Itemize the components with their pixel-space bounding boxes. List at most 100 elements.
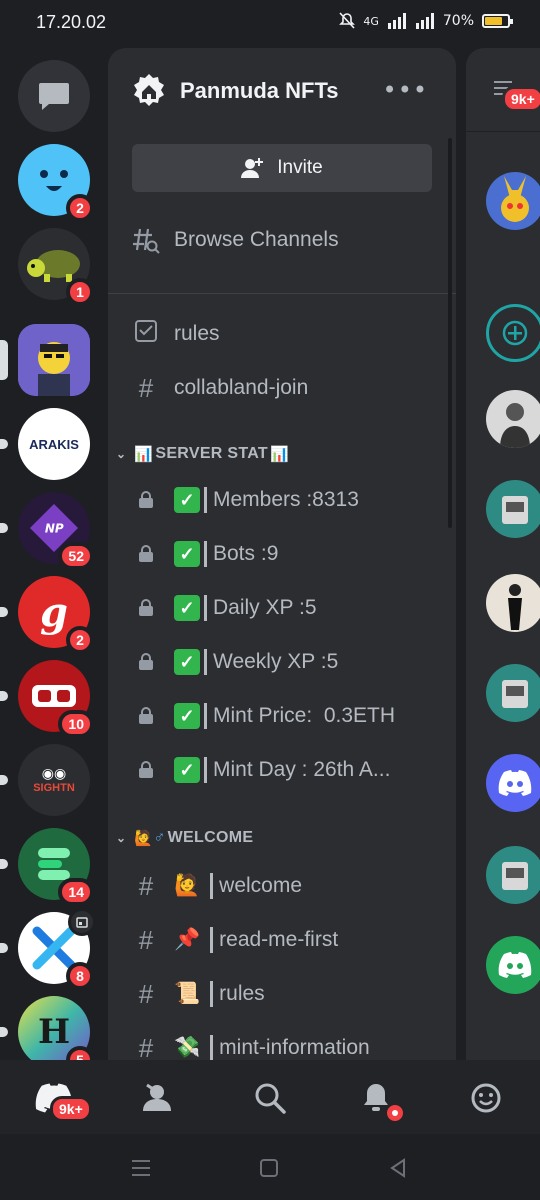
channel-collabland-join[interactable]: # collabland-join	[132, 368, 309, 408]
channel-stat-daily-xp[interactable]: ✓ Daily XP :5	[132, 588, 317, 628]
separator-bar	[210, 981, 214, 1007]
mention-badge: 9k+	[502, 86, 540, 112]
member-avatar[interactable]	[486, 172, 540, 230]
server-x[interactable]: 8	[0, 908, 96, 990]
channel-name: Mint Day : 26th A...	[213, 758, 391, 781]
dm-button[interactable]	[18, 60, 90, 132]
member-list-peek: 9k+	[466, 48, 540, 1060]
network-type: 4G	[363, 14, 379, 28]
eyes-icon: ◉◉	[41, 766, 67, 782]
check-mark-icon: ✓	[174, 757, 200, 783]
nav-notifications[interactable]	[356, 1078, 406, 1124]
separator-bar	[204, 541, 207, 567]
channel-stat-weekly-xp[interactable]: ✓ Weekly XP :5	[132, 642, 338, 682]
server-g[interactable]: g 2	[0, 576, 94, 654]
category-name: SERVER STAT	[155, 445, 268, 462]
channel-stat-bots[interactable]: ✓ Bots :9	[132, 534, 278, 574]
channel-rules[interactable]: rules	[132, 314, 220, 354]
battery-icon	[482, 14, 513, 28]
channel-rules-2[interactable]: # 📜 rules	[132, 974, 265, 1014]
separator-bar	[204, 487, 207, 513]
server-e[interactable]: 14	[0, 828, 94, 906]
bucket-avatar-icon	[502, 680, 528, 708]
recent-apps-icon[interactable]	[130, 1158, 152, 1178]
peek-header: 9k+	[466, 48, 540, 132]
member-avatar[interactable]	[486, 664, 540, 722]
separator-bar	[210, 1035, 214, 1060]
invite-button[interactable]: Invite	[132, 144, 432, 192]
member-avatar[interactable]	[486, 390, 540, 448]
member-avatar[interactable]	[486, 574, 540, 632]
status-bar: 17.20.02 4G 70%	[0, 0, 540, 48]
server-vr[interactable]: 10	[0, 660, 94, 738]
nav-friends[interactable]	[140, 1078, 180, 1118]
member-avatar[interactable]	[486, 754, 540, 812]
unread-indicator	[0, 523, 8, 533]
arakis-label: ARAKIS	[29, 436, 79, 452]
category-welcome[interactable]: ⌄ 🙋 ♂ WELCOME	[116, 826, 253, 850]
lock-icon	[132, 761, 160, 779]
chevron-down-icon: ⌄	[116, 447, 127, 461]
smiley-icon	[471, 1083, 501, 1113]
channel-stat-members[interactable]: ✓ Members :8313	[132, 480, 359, 520]
nav-profile[interactable]	[466, 1078, 506, 1118]
channel-mint-information[interactable]: # 💸 mint-information	[132, 1028, 370, 1060]
home-badge: 9k+	[50, 1096, 92, 1122]
browse-channels-icon	[133, 228, 160, 254]
category-server-stat[interactable]: ⌄ 📊 SERVER STAT 📊	[116, 442, 289, 466]
x-logo-icon	[32, 926, 76, 970]
channel-name: Daily XP :5	[213, 596, 317, 619]
more-options-icon[interactable]: •••	[383, 76, 428, 104]
server-rail: 2 1 ARAKIS NP 52 g 2 10 ◉◉ SIGHTN 14 8 H	[0, 48, 108, 1074]
event-calendar-icon	[68, 908, 96, 936]
scrollbar[interactable]	[448, 138, 452, 528]
server-header[interactable]: Panmuda NFTs •••	[108, 48, 456, 136]
home-nav-icon[interactable]	[259, 1158, 279, 1178]
channel-panel: Panmuda NFTs ••• Invite Browse Channels …	[108, 48, 456, 1060]
channel-emoji-icon: 📜	[174, 982, 201, 1005]
hash-icon: #	[138, 1032, 154, 1061]
male-sign-icon: ♂	[153, 829, 166, 846]
nav-search[interactable]	[250, 1078, 290, 1118]
member-avatar[interactable]	[486, 936, 540, 994]
server-turtle[interactable]: 1	[18, 228, 94, 306]
hash-icon: #	[138, 372, 154, 403]
server-arakis[interactable]: ARAKIS	[0, 408, 90, 480]
separator-bar	[204, 757, 207, 783]
check-mark-icon: ✓	[174, 487, 200, 513]
channel-stat-mint-day[interactable]: ✓ Mint Day : 26th A...	[132, 750, 390, 790]
channel-stat-mint-price[interactable]: ✓ Mint Price: 0.3ETH	[132, 696, 395, 736]
channel-welcome[interactable]: # 🙋 welcome	[132, 866, 302, 906]
chevron-down-icon: ⌄	[116, 831, 127, 845]
nav-home[interactable]: 9k+	[34, 1078, 92, 1122]
h-logo-icon: H	[37, 1012, 71, 1052]
channel-name: read-me-first	[219, 928, 339, 951]
server-sightn[interactable]: ◉◉ SIGHTN	[0, 744, 90, 816]
server-panmuda[interactable]	[0, 324, 90, 396]
lock-icon	[132, 653, 160, 671]
hash-icon: #	[138, 870, 154, 901]
add-member-button[interactable]	[486, 304, 540, 362]
discord-logo-icon	[498, 952, 532, 978]
chat-bubble-icon	[39, 83, 69, 110]
server-np[interactable]: NP 52	[0, 492, 94, 570]
battery-percent: 70%	[442, 13, 474, 29]
friends-icon	[143, 1083, 171, 1111]
check-mark-icon: ✓	[174, 595, 200, 621]
g-logo-icon: g	[40, 588, 68, 636]
channel-name: rules	[219, 982, 265, 1005]
server-smiley[interactable]: 2	[18, 144, 94, 222]
unread-indicator	[0, 943, 8, 953]
bottom-nav: 9k+	[0, 1060, 540, 1134]
channel-name: rules	[174, 322, 220, 345]
unread-badge: 2	[66, 626, 94, 654]
server-h[interactable]: H 5	[0, 996, 94, 1074]
member-avatar[interactable]	[486, 480, 540, 538]
lock-icon	[132, 707, 160, 725]
browse-channels-button[interactable]: Browse Channels	[132, 226, 339, 254]
check-mark-icon: ✓	[174, 541, 200, 567]
member-avatar[interactable]	[486, 846, 540, 904]
back-nav-icon[interactable]	[388, 1158, 408, 1178]
channel-read-me-first[interactable]: # 📌 read-me-first	[132, 920, 338, 960]
channel-name: Bots :9	[213, 542, 279, 565]
